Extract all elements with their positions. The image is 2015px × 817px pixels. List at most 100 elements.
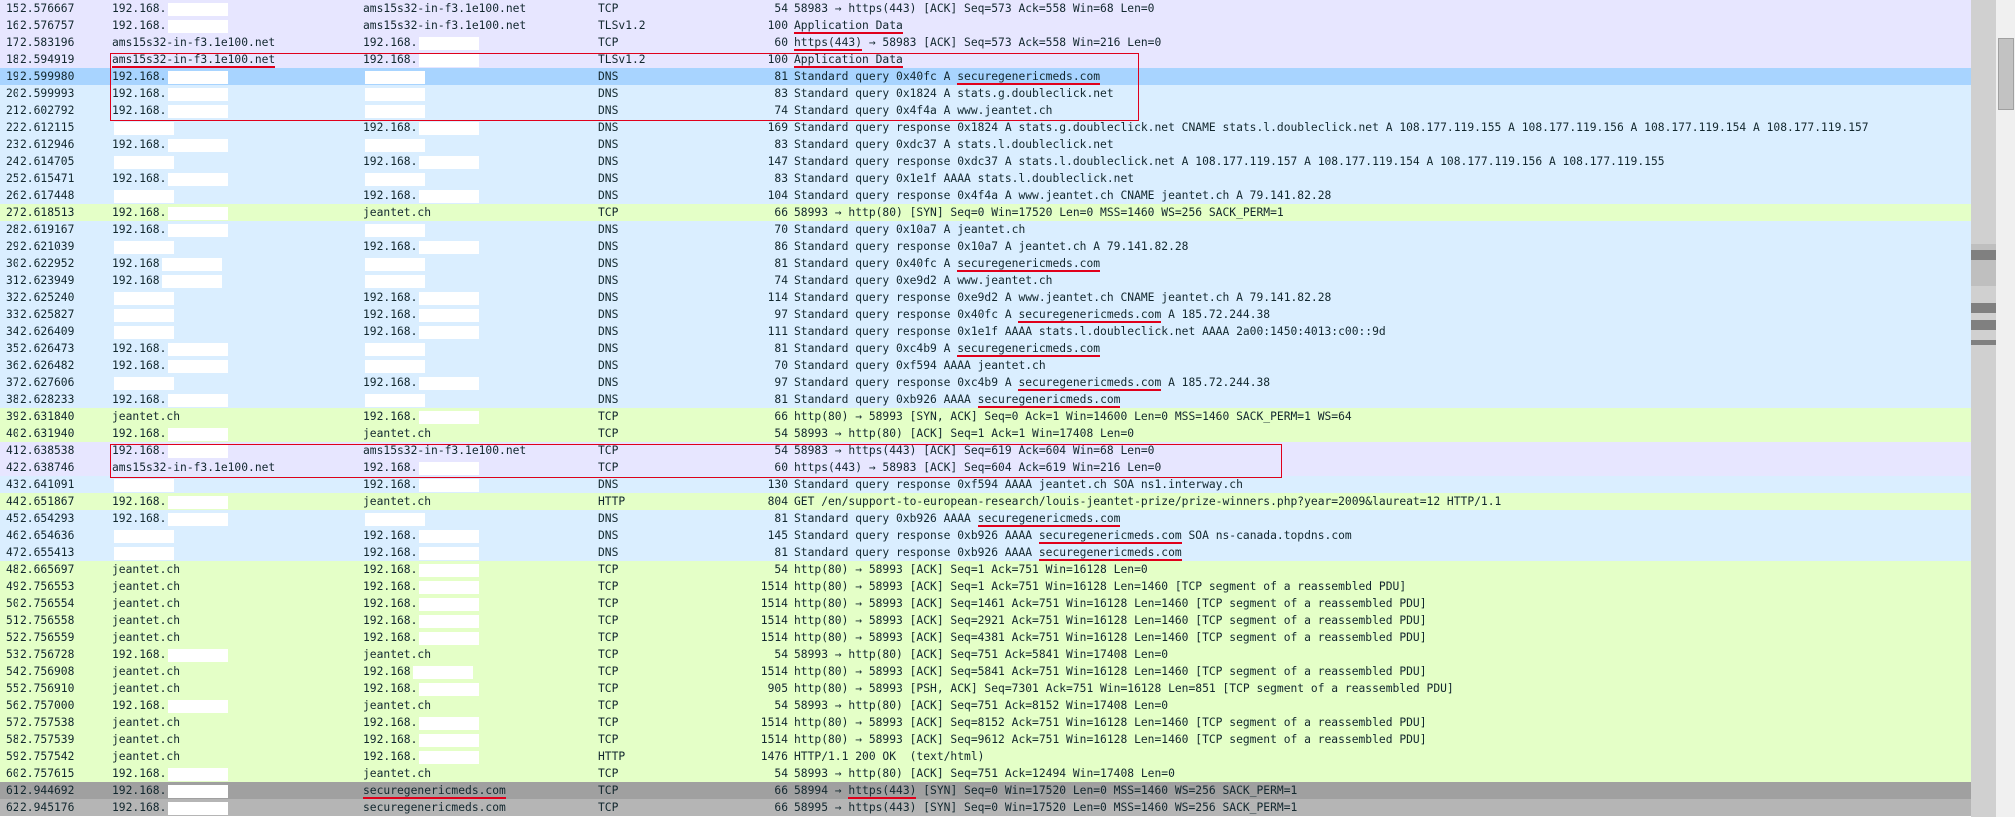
packet-time: 2.625240	[20, 291, 75, 304]
packet-protocol: TCP	[598, 2, 619, 15]
packet-source: 192.168.	[112, 799, 357, 816]
packet-row[interactable]: 38 2.628233 192.168. DNS 81 Standard query 0x…	[0, 391, 1971, 408]
packet-row[interactable]: 54 2.756908 jeantet.ch 192.168 TCP 1514 http(8…	[0, 663, 1971, 680]
packet-list[interactable]: 15 2.576667 192.168. ams15s32-in-f3.1e100.n…	[0, 0, 1971, 817]
packet-time: 2.628233	[20, 393, 75, 406]
packet-info: Standard query 0x40fc A securegenericmed…	[794, 70, 1101, 85]
packet-source: 192.168.	[112, 510, 357, 527]
packet-protocol: TCP	[598, 699, 619, 712]
packet-row[interactable]: 34 2.626409 192.168. DNS 111 Standard query r…	[0, 323, 1971, 340]
packet-row[interactable]: 35 2.626473 192.168. DNS 81 Standard query 0x…	[0, 340, 1971, 357]
packet-row[interactable]: 23 2.612946 192.168. DNS 83 Standard query 0x…	[0, 136, 1971, 153]
packet-row[interactable]: 20 2.599993 192.168. DNS 83 Standard query 0x…	[0, 85, 1971, 102]
packet-row[interactable]: 36 2.626482 192.168. DNS 70 Standard query 0x…	[0, 357, 1971, 374]
packet-row[interactable]: 28 2.619167 192.168. DNS 70 Standard query 0x…	[0, 221, 1971, 238]
packet-row[interactable]: 30 2.622952 192.168 DNS 81 Standard query 0x4…	[0, 255, 1971, 272]
packet-row[interactable]: 29 2.621039 192.168. DNS 86 Standard query re…	[0, 238, 1971, 255]
packet-length: 1514	[760, 733, 788, 746]
packet-row[interactable]: 48 2.665697 jeantet.ch 192.168. TCP 54 http(80…	[0, 561, 1971, 578]
packet-info: HTTP/1.1 200 OK (text/html)	[794, 750, 985, 763]
packet-row[interactable]: 40 2.631940 192.168. jeantet.ch TCP 54 58993 →…	[0, 425, 1971, 442]
packet-destination	[363, 68, 593, 85]
packet-row[interactable]: 62 2.945176 192.168. securegenericmeds.com T…	[0, 799, 1971, 816]
packet-row[interactable]: 47 2.655413 192.168. DNS 81 Standard query re…	[0, 544, 1971, 561]
packet-info: 58994 → https(443) [SYN] Seq=0 Win=17520…	[794, 784, 1298, 799]
packet-time: 2.626409	[20, 325, 75, 338]
packet-row[interactable]: 50 2.756554 jeantet.ch 192.168. TCP 1514 http(…	[0, 595, 1971, 612]
packet-row[interactable]: 37 2.627606 192.168. DNS 97 Standard query re…	[0, 374, 1971, 391]
redaction-mask	[114, 155, 174, 169]
packet-row[interactable]: 56 2.757000 192.168. jeantet.ch TCP 54 58993 →…	[0, 697, 1971, 714]
packet-row[interactable]: 33 2.625827 192.168. DNS 97 Standard query re…	[0, 306, 1971, 323]
scrollbar-thumb[interactable]	[1998, 38, 2014, 110]
redaction-mask	[168, 648, 229, 662]
packet-row[interactable]: 41 2.638538 192.168. ams15s32-in-f3.1e100.n…	[0, 442, 1971, 459]
packet-protocol: DNS	[598, 291, 619, 304]
packet-source: jeantet.ch	[112, 614, 181, 627]
packet-row[interactable]: 26 2.617448 192.168. DNS 104 Standard query r…	[0, 187, 1971, 204]
packet-protocol: DNS	[598, 512, 619, 525]
packet-number: 44	[6, 495, 18, 508]
packet-row[interactable]: 39 2.631840 jeantet.ch 192.168. TCP 66 http(80…	[0, 408, 1971, 425]
packet-destination: 192.168.	[363, 714, 593, 731]
packet-row[interactable]: 15 2.576667 192.168. ams15s32-in-f3.1e100.n…	[0, 0, 1971, 17]
packet-time: 2.756553	[20, 580, 75, 593]
packet-row[interactable]: 31 2.623949 192.168 DNS 74 Standard query 0xe…	[0, 272, 1971, 289]
packet-row[interactable]: 58 2.757539 jeantet.ch 192.168. TCP 1514 http(…	[0, 731, 1971, 748]
redaction-mask	[168, 359, 229, 373]
packet-protocol: TCP	[598, 682, 619, 695]
packet-row[interactable]: 24 2.614705 192.168. DNS 147 Standard query r…	[0, 153, 1971, 170]
packet-row[interactable]: 42 2.638746 ams15s32-in-f3.1e100.net 192.16…	[0, 459, 1971, 476]
packet-row[interactable]: 46 2.654636 192.168. DNS 145 Standard query r…	[0, 527, 1971, 544]
redaction-mask	[161, 274, 222, 288]
packet-protocol: TCP	[598, 631, 619, 644]
packet-row[interactable]: 57 2.757538 jeantet.ch 192.168. TCP 1514 http(…	[0, 714, 1971, 731]
packet-row[interactable]: 53 2.756728 192.168. jeantet.ch TCP 54 58993 →…	[0, 646, 1971, 663]
redaction-mask	[168, 172, 229, 186]
redaction-mask	[419, 529, 480, 543]
packet-time: 2.594919	[20, 53, 75, 66]
packet-row[interactable]: 59 2.757542 jeantet.ch 192.168. HTTP 1476 HTTP…	[0, 748, 1971, 765]
packet-info: Standard query response 0x40fc A secureg…	[794, 308, 1271, 323]
packet-number: 29	[6, 240, 18, 253]
packet-row[interactable]: 18 2.594919 ams15s32-in-f3.1e100.net 192.16…	[0, 51, 1971, 68]
packet-info: http(80) → 58993 [SYN, ACK] Seq=0 Ack=1 …	[794, 410, 1352, 423]
packet-number: 36	[6, 359, 18, 372]
packet-row[interactable]: 21 2.602792 192.168. DNS 74 Standard query 0x…	[0, 102, 1971, 119]
packet-row[interactable]: 19 2.599980 192.168. DNS 81 Standard query 0x…	[0, 68, 1971, 85]
packet-row[interactable]: 27 2.618513 192.168. jeantet.ch TCP 66 58993 →…	[0, 204, 1971, 221]
packet-number: 54	[6, 665, 18, 678]
packet-time: 2.625827	[20, 308, 75, 321]
packet-row[interactable]: 61 2.944692 192.168. securegenericmeds.com T…	[0, 782, 1971, 799]
packet-row[interactable]: 16 2.576757 192.168. ams15s32-in-f3.1e100.n…	[0, 17, 1971, 34]
packet-destination: 192.168.	[363, 306, 593, 323]
packet-row[interactable]: 22 2.612115 192.168. DNS 169 Standard query r…	[0, 119, 1971, 136]
packet-number: 16	[6, 19, 18, 32]
packet-source: 192.168.	[112, 221, 357, 238]
packet-info: http(80) → 58993 [ACK] Seq=9612 Ack=751 …	[794, 733, 1427, 746]
packet-row[interactable]: 49 2.756553 jeantet.ch 192.168. TCP 1514 http(…	[0, 578, 1971, 595]
packet-row[interactable]: 45 2.654293 192.168. DNS 81 Standard query 0x…	[0, 510, 1971, 527]
packet-minimap[interactable]	[1971, 0, 1996, 817]
packet-row[interactable]: 52 2.756559 jeantet.ch 192.168. TCP 1514 http(…	[0, 629, 1971, 646]
packet-row[interactable]: 60 2.757615 192.168. jeantet.ch TCP 54 58993 →…	[0, 765, 1971, 782]
packet-info: Standard query response 0x1e1f AAAA stat…	[794, 325, 1386, 338]
packet-length: 81	[774, 342, 788, 355]
packet-row[interactable]: 55 2.756910 jeantet.ch 192.168. TCP 905 http(8…	[0, 680, 1971, 697]
packet-time: 2.641091	[20, 478, 75, 491]
packet-source: 192.168.	[112, 0, 357, 17]
packet-number: 19	[6, 70, 18, 83]
packet-row[interactable]: 17 2.583196 ams15s32-in-f3.1e100.net 192.16…	[0, 34, 1971, 51]
redaction-mask	[365, 138, 425, 152]
packet-row[interactable]: 32 2.625240 192.168. DNS 114 Standard query r…	[0, 289, 1971, 306]
packet-source: ams15s32-in-f3.1e100.net	[112, 53, 276, 68]
packet-row[interactable]: 44 2.651867 192.168. jeantet.ch HTTP 804 GET /…	[0, 493, 1971, 510]
packet-row[interactable]: 43 2.641091 192.168. DNS 130 Standard query r…	[0, 476, 1971, 493]
packet-length: 66	[774, 410, 788, 423]
redaction-mask	[365, 359, 425, 373]
packet-destination: 192.168.	[363, 748, 593, 765]
packet-row[interactable]: 25 2.615471 192.168. DNS 83 Standard query 0x…	[0, 170, 1971, 187]
packet-row[interactable]: 51 2.756558 jeantet.ch 192.168. TCP 1514 http(…	[0, 612, 1971, 629]
redaction-mask	[365, 87, 425, 101]
packet-info: Application Data	[794, 19, 903, 34]
